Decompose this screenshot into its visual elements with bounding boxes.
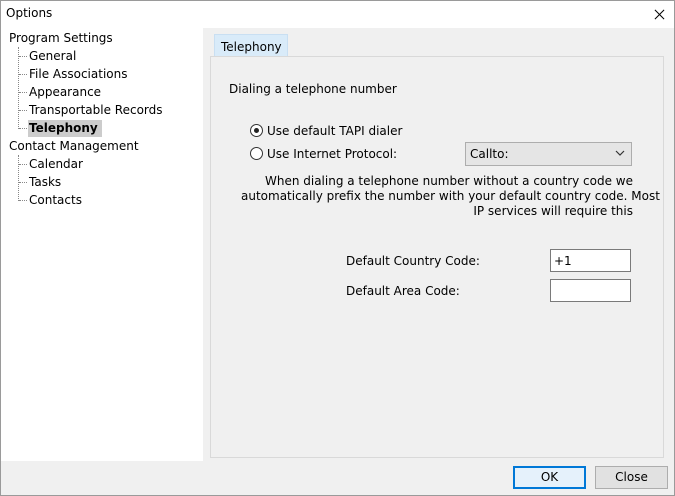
country-code-value: +1 [554, 254, 572, 268]
tree-connector [19, 164, 27, 165]
close-icon[interactable] [644, 1, 674, 28]
tree-item-program-settings[interactable]: Program Settings [9, 30, 113, 47]
tree-connector [19, 182, 27, 183]
help-line: When dialing a telephone number without … [264, 174, 633, 188]
radio-label: Use Internet Protocol: [267, 147, 398, 161]
area-code-label: Default Area Code: [346, 284, 460, 298]
protocol-select-value: Callto: [470, 147, 509, 161]
radio-button[interactable] [250, 147, 263, 160]
tree-item-appearance[interactable]: Appearance [28, 84, 105, 101]
help-line: IP services will require this [473, 204, 633, 218]
help-line: automatically prefix the number with you… [241, 189, 660, 203]
title-bar: Options [1, 1, 674, 28]
tree-connector-program [18, 47, 19, 129]
ok-button[interactable]: OK [513, 466, 586, 489]
tree-item-transportable-records[interactable]: Transportable Records [28, 102, 167, 119]
tree-connector [19, 74, 27, 75]
tree-connector [19, 200, 27, 201]
radio-button-checked[interactable] [250, 124, 263, 137]
help-text: When dialing a telephone number without … [241, 174, 660, 219]
tree-item-general[interactable]: General [28, 48, 80, 65]
tree-item-contact-management[interactable]: Contact Management [9, 138, 139, 155]
chevron-down-icon [615, 150, 625, 156]
tree-item-calendar[interactable]: Calendar [28, 156, 87, 173]
tree-item-telephony[interactable]: Telephony [28, 120, 102, 137]
tree-item-file-associations[interactable]: File Associations [28, 66, 131, 83]
tree-connector [19, 110, 27, 111]
tree-item-tasks[interactable]: Tasks [28, 174, 65, 191]
country-code-input[interactable]: +1 [550, 249, 631, 272]
tree-connector [19, 92, 27, 93]
tab-label: Telephony [221, 40, 282, 54]
settings-tree: Program Settings General File Associatio… [1, 28, 203, 461]
options-window: Options Program Settings General File As… [0, 0, 675, 496]
close-button[interactable]: Close [595, 466, 668, 489]
tree-connector [19, 56, 27, 57]
window-title: Options [6, 6, 53, 20]
area-code-input[interactable] [550, 279, 631, 302]
tree-connector [19, 128, 27, 129]
tree-item-contacts[interactable]: Contacts [28, 192, 86, 209]
section-title: Dialing a telephone number [229, 82, 397, 96]
country-code-label: Default Country Code: [346, 254, 480, 268]
tab-telephony[interactable]: Telephony [214, 34, 288, 57]
radio-label: Use default TAPI dialer [267, 124, 403, 138]
protocol-select[interactable]: Callto: [465, 142, 632, 166]
tree-connector-contact [18, 155, 19, 201]
